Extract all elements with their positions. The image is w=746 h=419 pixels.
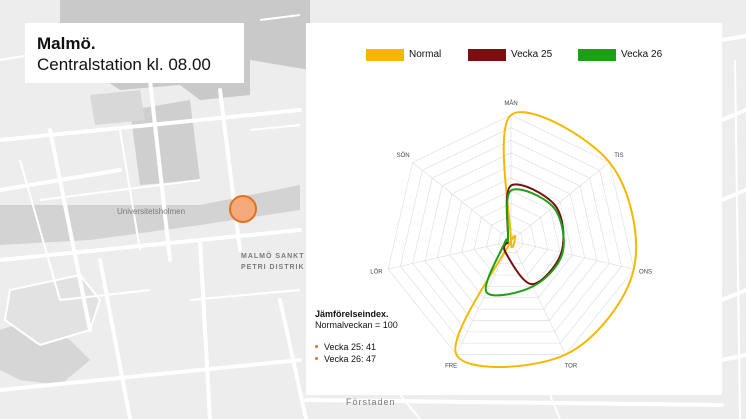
index-item-vecka26: Vecka 26: 47 <box>315 353 445 365</box>
map-label-forstaden: Förstaden <box>346 397 396 407</box>
axis-label-tor: TOR <box>565 363 578 369</box>
comparison-index: Jämförelseindex. Normalveckan = 100 Veck… <box>315 309 445 365</box>
axis-label-ons: ONS <box>639 270 652 276</box>
pier-block-2 <box>90 90 145 125</box>
grid-spoke <box>388 240 512 270</box>
axis-label-lör: LÖR <box>370 269 383 276</box>
grid-spoke <box>412 162 512 242</box>
index-item-vecka25: Vecka 25: 41 <box>315 341 445 353</box>
index-title: Jämförelseindex. <box>315 309 389 319</box>
axis-label-sön: SÖN <box>397 152 410 159</box>
bullet-icon <box>315 357 318 360</box>
title-card: Malmö. Centralstation kl. 08.00 <box>25 23 244 83</box>
bullet-icon <box>315 345 318 348</box>
station-marker <box>229 195 257 223</box>
index-subtitle: Normalveckan = 100 <box>315 320 398 330</box>
index-list: Vecka 25: 41 Vecka 26: 47 <box>315 341 445 365</box>
map-label-district-2: PETRI DISTRIK <box>241 264 305 271</box>
axis-label-tis: TIS <box>614 153 623 159</box>
city-title: Malmö. <box>37 34 96 53</box>
axis-label-fre: FRE <box>445 363 457 369</box>
index-item-label: Vecka 26: 47 <box>324 354 377 364</box>
grid-spoke <box>510 240 634 270</box>
axis-label-mån: MÅN <box>504 100 517 107</box>
station-subtitle: Centralstation kl. 08.00 <box>37 55 211 74</box>
index-item-label: Vecka 25: 41 <box>324 342 377 352</box>
grid-spoke <box>510 162 610 242</box>
map-label-district-1: MALMÖ SANKT <box>241 253 305 260</box>
map-label-university: Universitetsholmen <box>117 207 186 216</box>
chart-card: Normal Vecka 25 Vecka 26 MÅN TIS ONS TOR FRE LÖ… <box>306 23 722 395</box>
